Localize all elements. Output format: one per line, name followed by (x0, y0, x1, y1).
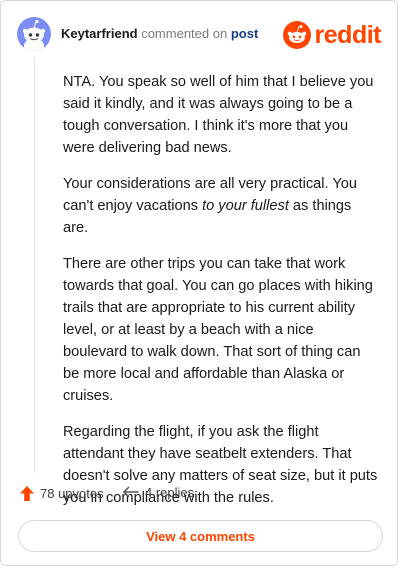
snoo-avatar-icon (22, 19, 46, 51)
upvote-arrow-icon (20, 486, 34, 501)
replies-button[interactable]: 4 replies (122, 485, 194, 500)
comment-paragraph: NTA. You speak so well of him that I bel… (63, 74, 374, 156)
comment-card: Keytarfriend commented on post reddit NT… (0, 0, 398, 566)
view-comments-button[interactable]: View 4 comments (18, 520, 383, 552)
comment-body: NTA. You speak so well of him that I bel… (63, 71, 379, 523)
upvote-count: 78 upvotes (40, 486, 104, 501)
reddit-logo[interactable]: reddit (282, 19, 382, 51)
username-link[interactable]: Keytarfriend (61, 26, 138, 41)
reddit-snoo-icon (282, 21, 311, 49)
comment-paragraph: There are other trips you can take that … (63, 256, 373, 404)
user-avatar[interactable] (17, 17, 51, 51)
comment-paragraph: Your considerations are all very practic… (63, 173, 379, 239)
action-text: commented on (141, 26, 228, 41)
reply-arrow-icon (123, 486, 139, 498)
upvote-button[interactable]: 78 upvotes (19, 485, 104, 502)
comment-header: Keytarfriend commented on post reddit (17, 17, 382, 53)
emphasized-text: to your fullest (202, 198, 289, 214)
thread-line (34, 57, 35, 473)
comment-paragraph: Regarding the flight, if you ask the fli… (63, 424, 378, 506)
reply-count: 4 replies (145, 485, 195, 500)
view-comments-label: View 4 comments (146, 528, 255, 544)
reddit-wordmark: reddit (314, 20, 382, 49)
comment-attribution: Keytarfriend commented on post (61, 26, 258, 41)
post-link[interactable]: post (231, 26, 258, 41)
